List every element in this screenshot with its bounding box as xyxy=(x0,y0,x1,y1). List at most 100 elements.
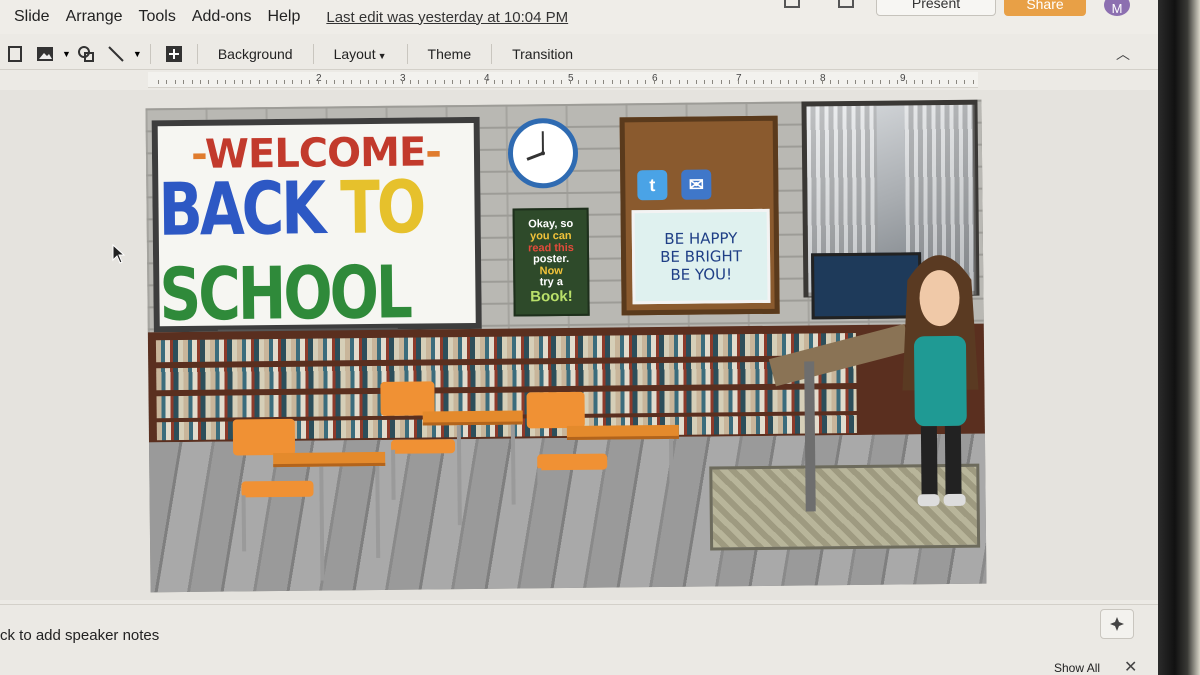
ruler-tick xyxy=(158,80,159,84)
ruler-tick xyxy=(174,80,176,84)
mail-icon[interactable]: ✉ xyxy=(681,169,712,200)
ruler-tick xyxy=(183,80,185,84)
ruler-tick xyxy=(561,80,563,84)
wall-clock[interactable] xyxy=(507,117,579,189)
ruler-tick xyxy=(670,80,672,84)
chair xyxy=(526,391,585,429)
add-comment-icon[interactable] xyxy=(165,45,183,63)
ruler-tick xyxy=(418,80,420,84)
toolbar-divider xyxy=(149,43,151,64)
ruler-tick xyxy=(519,80,521,84)
close-icon[interactable]: ✕ xyxy=(1124,657,1137,675)
chair-leg xyxy=(537,468,542,525)
ruler-tick xyxy=(443,80,445,84)
chair-seat xyxy=(537,453,608,471)
ruler-tick xyxy=(359,80,361,84)
theme-button[interactable]: Theme xyxy=(416,46,484,62)
ruler-tick xyxy=(494,80,495,84)
ruler-tick xyxy=(796,80,798,84)
collapse-toolbar-icon[interactable]: ︿ xyxy=(1116,44,1130,64)
chair-seat xyxy=(241,480,314,498)
background-button[interactable]: Background xyxy=(206,46,305,62)
last-edit-link[interactable]: Last edit was yesterday at 10:04 PM xyxy=(326,9,568,26)
desk xyxy=(566,424,679,440)
share-button[interactable]: Share xyxy=(1004,0,1086,16)
comment-history-icon[interactable] xyxy=(784,0,800,8)
back-to-school-text: BACK TO SCHOOL xyxy=(158,164,424,338)
speaker-notes-panel[interactable]: ck to add speaker notes Show All ✕ xyxy=(0,604,1160,675)
ruler-tick xyxy=(872,80,873,84)
menu-add-ons[interactable]: Add-ons xyxy=(192,8,252,26)
read-poster[interactable]: Okay, so you can read this poster. Now t… xyxy=(512,207,590,317)
ruler-tick xyxy=(410,80,411,84)
text-box-icon[interactable] xyxy=(6,45,24,63)
ruler-tick xyxy=(863,80,865,84)
image-icon[interactable] xyxy=(36,45,54,63)
menu-arrange[interactable]: Arrange xyxy=(66,8,123,26)
ruler-tick xyxy=(426,80,428,84)
speaker-notes-placeholder[interactable]: ck to add speaker notes xyxy=(0,627,159,644)
ruler-tick xyxy=(284,80,285,84)
ruler-tick xyxy=(737,80,739,84)
ruler-tick xyxy=(964,80,966,84)
twitter-icon[interactable]: t xyxy=(637,169,668,201)
ruler-tick xyxy=(611,80,613,84)
ruler-tick xyxy=(922,80,924,84)
shape-icon[interactable] xyxy=(77,45,95,63)
ruler-tick xyxy=(662,80,663,84)
explore-button[interactable] xyxy=(1100,609,1134,639)
ruler-tick xyxy=(779,80,781,84)
ruler-tick xyxy=(216,80,218,84)
bitmoji-avatar-icon[interactable] xyxy=(897,240,984,517)
ruler-tick xyxy=(502,80,504,84)
ruler-tick xyxy=(897,80,899,84)
monitor-bezel xyxy=(1158,0,1200,675)
ruler-tick xyxy=(342,80,344,84)
welcome-whiteboard[interactable]: -WELCOME- BACK TO SCHOOL xyxy=(151,116,482,337)
line-icon[interactable] xyxy=(107,45,125,63)
be-happy-card[interactable]: BE HAPPY BE BRIGHT BE YOU! xyxy=(631,208,771,305)
toolbar: ▼ ▼ Background Layout ▼ Theme Transition … xyxy=(0,38,1160,70)
desk xyxy=(422,410,523,426)
ruler-tick xyxy=(914,80,915,84)
ruler-tick xyxy=(384,80,386,84)
image-dropdown-icon[interactable]: ▼ xyxy=(62,49,71,59)
menu-slide[interactable]: Slide xyxy=(14,8,50,26)
slide[interactable]: -WELCOME- BACK TO SCHOOL Okay, so you ca… xyxy=(145,99,987,593)
ruler-tick xyxy=(762,80,764,84)
clock-hands-icon xyxy=(526,131,545,161)
ruler-tick xyxy=(620,80,621,84)
desk-leg xyxy=(510,424,516,505)
transition-button[interactable]: Transition xyxy=(500,46,585,62)
ruler-tick xyxy=(569,80,571,84)
layout-button[interactable]: Layout ▼ xyxy=(322,46,399,62)
ruler-tick xyxy=(729,80,731,84)
present-button[interactable]: Present xyxy=(876,0,996,16)
show-all-button[interactable]: Show All xyxy=(1054,661,1100,675)
ruler-tick xyxy=(292,80,294,84)
ruler-tick xyxy=(972,80,974,84)
ruler-tick xyxy=(586,80,588,84)
ruler-tick xyxy=(267,80,269,84)
ruler-tick xyxy=(653,80,655,84)
menu-help[interactable]: Help xyxy=(267,8,300,26)
ruler-tick xyxy=(956,80,957,84)
ruler-tick xyxy=(678,80,680,84)
ruler-tick xyxy=(544,80,546,84)
ruler-tick xyxy=(880,80,882,84)
ruler-tick xyxy=(746,80,747,84)
horizontal-ruler[interactable]: 2 3 4 5 6 7 8 9 xyxy=(148,72,978,88)
ruler-tick xyxy=(645,80,647,84)
ruler-tick xyxy=(754,80,756,84)
ruler-tick xyxy=(821,80,823,84)
menu-tools[interactable]: Tools xyxy=(139,8,176,26)
line-dropdown-icon[interactable]: ▼ xyxy=(133,49,142,59)
ruler-tick xyxy=(309,80,311,84)
ruler-tick xyxy=(939,80,941,84)
ruler-tick xyxy=(704,80,705,84)
ruler-tick xyxy=(527,80,529,84)
comments-icon[interactable] xyxy=(838,0,854,8)
screen: Slide Arrange Tools Add-ons Help Last ed… xyxy=(0,0,1160,675)
ruler-tick xyxy=(300,80,302,84)
chair xyxy=(232,418,296,456)
